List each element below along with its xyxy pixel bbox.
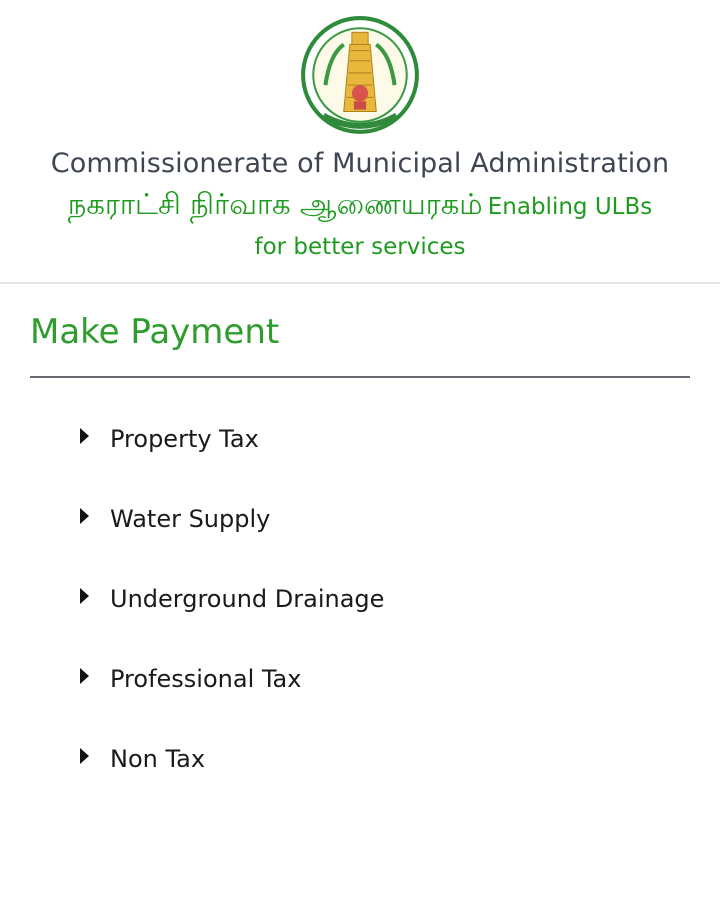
caret-right-icon [80, 508, 89, 524]
menu-item-label: Non Tax [110, 745, 206, 773]
menu-item-non-tax[interactable]: Non Tax [0, 718, 720, 798]
caret-right-icon [80, 588, 89, 604]
caret-right-icon [80, 428, 89, 444]
menu-item-label: Underground Drainage [110, 585, 385, 613]
site-header: Commissionerate of Municipal Administrat… [0, 0, 720, 284]
caret-right-icon [80, 748, 89, 764]
tagline-tamil: நகராட்சி நிர்வாக ஆணையரகம் [67, 187, 483, 221]
caret-right-icon [80, 668, 89, 684]
menu-item-water-supply[interactable]: Water Supply [0, 478, 720, 558]
menu-item-underground-drainage[interactable]: Underground Drainage [0, 558, 720, 638]
page: Commissionerate of Municipal Administrat… [0, 0, 720, 913]
menu-item-property-tax[interactable]: Property Tax [0, 398, 720, 478]
section-divider [30, 376, 690, 378]
menu-item-label: Professional Tax [110, 665, 302, 693]
menu-item-label: Water Supply [110, 505, 271, 533]
payment-menu: Property Tax Water Supply Underground Dr… [0, 398, 720, 798]
tamil-nadu-emblem-icon [301, 16, 419, 134]
menu-item-label: Property Tax [110, 425, 259, 453]
section-title: Make Payment [30, 312, 280, 352]
tagline: நகராட்சி நிர்வாக ஆணையரகம் Enabling ULBs … [50, 185, 670, 268]
menu-item-professional-tax[interactable]: Professional Tax [0, 638, 720, 718]
org-title: Commissionerate of Municipal Administrat… [50, 148, 670, 179]
